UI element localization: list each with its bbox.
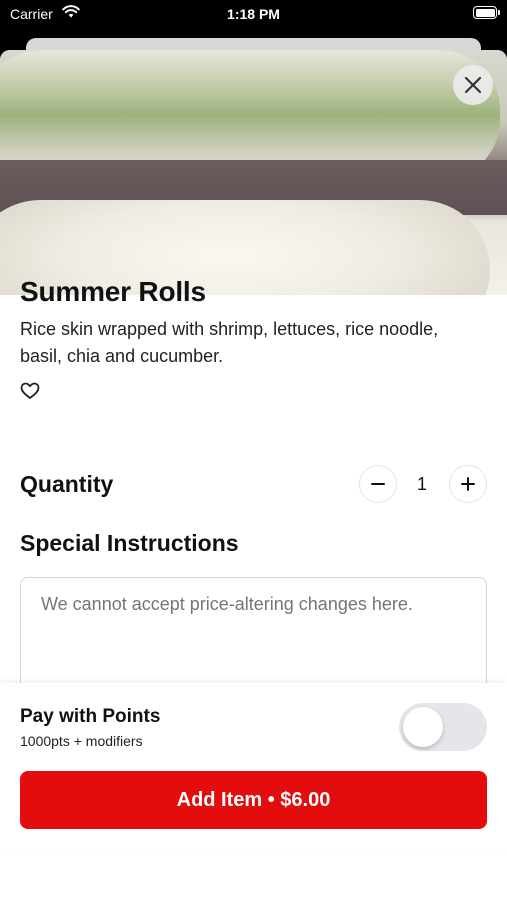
favorite-button[interactable] [20, 382, 40, 405]
toggle-knob [403, 707, 443, 747]
points-cost-label: 1000pts + modifiers [20, 733, 143, 749]
item-photo [0, 50, 507, 295]
plus-icon [461, 477, 475, 491]
quantity-label: Quantity [20, 471, 114, 497]
minus-icon [371, 483, 385, 485]
decrease-quantity-button[interactable] [359, 465, 397, 503]
add-item-button[interactable]: Add Item • $6.00 [20, 771, 487, 829]
clock: 1:18 PM [227, 6, 280, 22]
status-bar: Carrier 1:18 PM [0, 0, 507, 30]
battery-icon [473, 6, 500, 19]
quantity-row: Quantity 1 [20, 465, 487, 505]
close-icon [464, 76, 482, 94]
pay-with-points-toggle[interactable] [399, 703, 487, 751]
increase-quantity-button[interactable] [449, 465, 487, 503]
item-info: Summer Rolls Rice skin wrapped with shri… [20, 276, 487, 399]
item-title: Summer Rolls [20, 276, 206, 307]
item-description: Rice skin wrapped with shrimp, lettuces,… [20, 319, 439, 366]
quantity-value: 1 [416, 474, 427, 494]
special-instructions-label: Special Instructions [20, 530, 239, 556]
heart-icon [20, 382, 40, 399]
order-footer: Pay with Points 1000pts + modifiers Add … [0, 683, 507, 850]
close-button[interactable] [453, 65, 493, 105]
pay-with-points-label: Pay with Points [20, 706, 161, 727]
